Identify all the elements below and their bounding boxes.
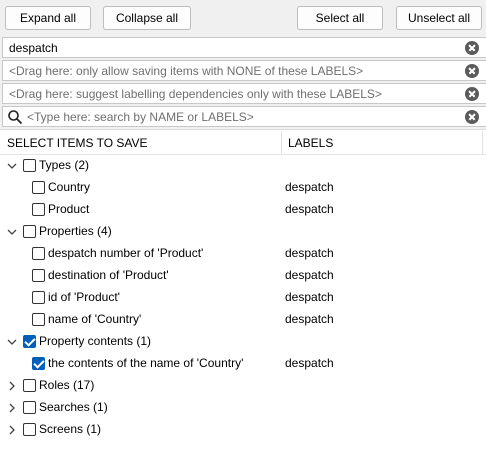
chevron-down-icon[interactable] [6,226,18,238]
column-header-items[interactable]: SELECT ITEMS TO SAVE [7,136,148,150]
column-divider[interactable] [281,131,282,154]
item-labels-value: despatch [285,202,334,216]
tree-item-row[interactable]: the contents of the name of 'Country' des… [0,353,486,375]
chevron-down-icon[interactable] [6,160,18,172]
item-labels-value: despatch [285,180,334,194]
suggest-labels-drop-field[interactable]: <Drag here: suggest labelling dependenci… [2,83,486,104]
item-label: the contents of the name of 'Country' [48,356,244,370]
clear-icon[interactable] [465,40,479,55]
item-checkbox[interactable] [32,247,45,260]
collapse-all-button[interactable]: Collapse all [103,6,191,30]
search-input[interactable]: <Type here: search by NAME or LABELS> [2,106,486,127]
group-label: Screens (1) [39,422,102,436]
item-checkbox[interactable] [23,159,36,172]
select-all-button[interactable]: Select all [297,6,383,30]
exclude-labels-drop-field[interactable]: <Drag here: only allow saving items with… [2,60,486,81]
item-checkbox[interactable] [23,225,36,238]
tree-header: SELECT ITEMS TO SAVE LABELS [0,130,486,155]
item-checkbox[interactable] [23,379,36,392]
item-label: destination of 'Product' [48,268,169,282]
group-label: Searches (1) [39,400,108,414]
item-labels-value: despatch [285,268,334,282]
search-icon [7,109,23,125]
column-divider[interactable] [482,131,483,154]
tree-item-row[interactable]: destination of 'Product' despatch [0,265,486,287]
item-checkbox[interactable] [32,357,45,370]
column-header-labels[interactable]: LABELS [288,136,333,150]
clear-icon[interactable] [465,86,479,101]
tree-group-row[interactable]: Roles (17) [0,375,486,397]
item-checkbox[interactable] [32,291,45,304]
tree-group-row[interactable]: Screens (1) [0,419,486,441]
tree-item-row[interactable]: despatch number of 'Product' despatch [0,243,486,265]
item-checkbox[interactable] [32,203,45,216]
group-label: Roles (17) [39,378,95,392]
items-tree: SELECT ITEMS TO SAVE LABELS Types (2) Cou… [0,129,486,467]
tree-group-row[interactable]: Properties (4) [0,221,486,243]
tree-group-row[interactable]: Property contents (1) [0,331,486,353]
tree-item-row[interactable]: name of 'Country' despatch [0,309,486,331]
unselect-all-button[interactable]: Unselect all [396,6,482,30]
search-placeholder: <Type here: search by NAME or LABELS> [27,109,254,124]
expand-all-button[interactable]: Expand all [5,6,91,30]
tree-item-row[interactable]: id of 'Product' despatch [0,287,486,309]
group-label: Types (2) [39,158,90,172]
item-checkbox[interactable] [23,335,36,348]
item-checkbox[interactable] [32,181,45,194]
tree-item-row[interactable]: Country despatch [0,177,486,199]
group-label: Properties (4) [39,224,112,238]
exclude-labels-hint: <Drag here: only allow saving items with… [9,63,364,78]
item-label: name of 'Country' [48,312,142,326]
clear-icon[interactable] [465,63,479,78]
suggest-labels-hint: <Drag here: suggest labelling dependenci… [9,86,382,101]
item-label: Country [48,180,91,194]
item-label: despatch number of 'Product' [48,246,204,260]
tree-group-row[interactable]: Searches (1) [0,397,486,419]
item-checkbox[interactable] [23,423,36,436]
item-labels-value: despatch [285,246,334,260]
item-checkbox[interactable] [32,269,45,282]
label-filter-field[interactable]: despatch [2,37,486,58]
item-labels-value: despatch [285,290,334,304]
tree-item-row[interactable]: Product despatch [0,199,486,221]
tree-group-row[interactable]: Types (2) [0,155,486,177]
item-label: Product [48,202,90,216]
chevron-right-icon[interactable] [6,424,18,436]
chevron-down-icon[interactable] [6,336,18,348]
item-label: id of 'Product' [48,290,120,304]
toolbar: Expand all Collapse all Select all Unsel… [0,0,486,36]
group-label: Property contents (1) [39,334,152,348]
label-filter-value: despatch [9,40,58,55]
item-labels-value: despatch [285,356,334,370]
chevron-right-icon[interactable] [6,380,18,392]
item-checkbox[interactable] [23,401,36,414]
clear-icon[interactable] [465,109,479,124]
item-checkbox[interactable] [32,313,45,326]
item-labels-value: despatch [285,312,334,326]
chevron-right-icon[interactable] [6,402,18,414]
